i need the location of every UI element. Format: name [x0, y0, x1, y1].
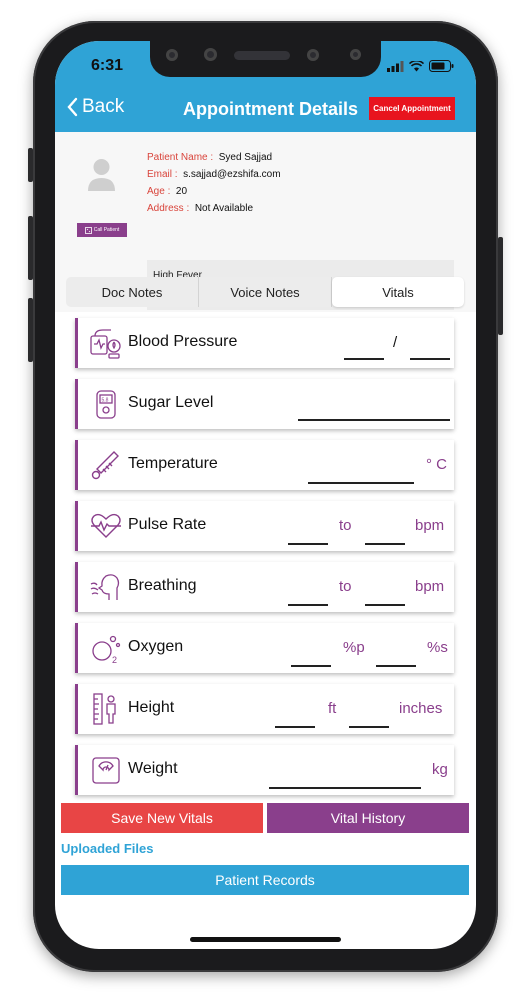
breathing-unit: bpm [415, 578, 445, 595]
pulse-min-input[interactable] [288, 543, 328, 545]
diastolic-input[interactable] [410, 358, 450, 360]
app-screen: 6:31 Back Appointment Details Cancel App… [55, 41, 476, 949]
patient-age: 20 [175, 186, 188, 197]
speaker-grille [234, 51, 290, 60]
pulse-unit: bpm [415, 517, 445, 534]
uploaded-files-link[interactable]: Uploaded Files [61, 841, 153, 856]
vital-label: Blood Pressure [128, 333, 238, 350]
weighing-scale-icon [92, 757, 120, 784]
signal-icon [387, 60, 404, 72]
vital-blood-pressure: Blood Pressure / [75, 318, 454, 368]
patient-name: Syed Sajjad [218, 152, 273, 163]
oxygen-icon: 2 [92, 635, 121, 665]
sensor-icon [350, 49, 361, 60]
patient-address-label: Address : [147, 203, 190, 214]
wifi-icon [409, 60, 424, 71]
phone-side-button [28, 216, 33, 280]
patient-age-row: Age : 20 [147, 186, 187, 197]
oxygen-p-input[interactable] [291, 665, 331, 667]
sensor-icon [307, 49, 319, 61]
height-ft-input[interactable] [275, 726, 315, 728]
status-icons [387, 60, 454, 72]
chevron-left-icon [67, 97, 78, 117]
patient-age-label: Age : [147, 186, 171, 197]
glucometer-icon: 5.8 [96, 390, 116, 419]
patient-name-label: Patient Name : [147, 152, 214, 163]
page-title: Appointment Details [183, 99, 359, 119]
vital-pulse-rate: Pulse Rate to bpm [75, 501, 454, 551]
breathing-to-label: to [339, 578, 352, 595]
vital-weight: Weight kg [75, 745, 454, 795]
camera-icon [166, 49, 178, 61]
vital-temperature: Temperature ° C [75, 440, 454, 490]
phone-power-button [498, 237, 503, 335]
bp-separator: / [393, 334, 398, 351]
back-label: Back [82, 96, 125, 117]
oxygen-s-unit: %s [427, 639, 448, 656]
home-indicator[interactable] [190, 937, 341, 942]
sensor-icon [204, 48, 217, 61]
pulse-to-label: to [339, 517, 352, 534]
vital-label: Height [128, 699, 175, 716]
vital-label: Oxygen [128, 638, 184, 655]
vital-oxygen: 2 Oxygen %p %s [75, 623, 454, 673]
avatar-icon [88, 159, 115, 191]
vital-height: Height ft inches [75, 684, 454, 734]
vital-label: Breathing [128, 577, 197, 594]
vital-label: Temperature [128, 455, 218, 472]
phone-icon [84, 226, 92, 234]
patient-email-row: Email : s.sajjad@ezshifa.com [147, 169, 281, 180]
height-inches-unit: inches [399, 700, 443, 717]
weight-unit: kg [432, 761, 448, 778]
vital-label: Weight [128, 760, 178, 777]
phone-side-button [28, 148, 33, 182]
battery-icon [429, 60, 454, 72]
svg-text:2: 2 [112, 655, 117, 665]
vital-label: Pulse Rate [128, 516, 207, 533]
pulse-max-input[interactable] [365, 543, 405, 545]
vital-breathing: Breathing to bpm [75, 562, 454, 612]
patient-address-row: Address : Not Available [147, 203, 253, 214]
svg-text:5.8: 5.8 [102, 398, 109, 404]
weight-input[interactable] [269, 787, 421, 789]
temperature-input[interactable] [308, 482, 414, 484]
back-button[interactable]: Back [67, 96, 124, 118]
phone-notch [150, 41, 381, 77]
call-patient-label: Call Patient [93, 227, 120, 233]
vital-label: Sugar Level [128, 394, 214, 411]
thermometer-icon [91, 451, 119, 480]
vital-sugar-level: 5.8 Sugar Level [75, 379, 454, 429]
tab-voice-notes[interactable]: Voice Notes [199, 277, 332, 307]
cancel-appointment-button[interactable]: Cancel Appointment [369, 97, 455, 120]
height-ft-unit: ft [328, 700, 337, 717]
breathing-icon [90, 574, 120, 600]
status-time: 6:31 [91, 57, 124, 74]
blood-pressure-icon [90, 329, 121, 359]
oxygen-s-input[interactable] [376, 665, 416, 667]
phone-side-button [28, 298, 33, 362]
tab-vitals[interactable]: Vitals [332, 277, 464, 307]
breathing-min-input[interactable] [288, 604, 328, 606]
oxygen-p-unit: %p [343, 639, 365, 656]
temperature-unit: ° C [426, 456, 447, 473]
height-inches-input[interactable] [349, 726, 389, 728]
patient-records-button[interactable]: Patient Records [61, 865, 469, 895]
patient-email: s.sajjad@ezshifa.com [183, 169, 281, 180]
patient-address: Not Available [194, 203, 254, 214]
height-icon [93, 693, 116, 725]
patient-email-label: Email : [147, 169, 178, 180]
tab-doc-notes[interactable]: Doc Notes [66, 277, 199, 307]
call-patient-button[interactable]: Call Patient [77, 223, 127, 237]
sugar-input[interactable] [298, 419, 450, 421]
tab-bar: Doc Notes Voice Notes Vitals [66, 277, 464, 307]
save-new-vitals-button[interactable]: Save New Vitals [61, 803, 263, 833]
breathing-max-input[interactable] [365, 604, 405, 606]
vital-history-button[interactable]: Vital History [267, 803, 469, 833]
patient-name-row: Patient Name : Syed Sajjad [147, 152, 272, 163]
heart-pulse-icon [91, 513, 121, 538]
systolic-input[interactable] [344, 358, 384, 360]
